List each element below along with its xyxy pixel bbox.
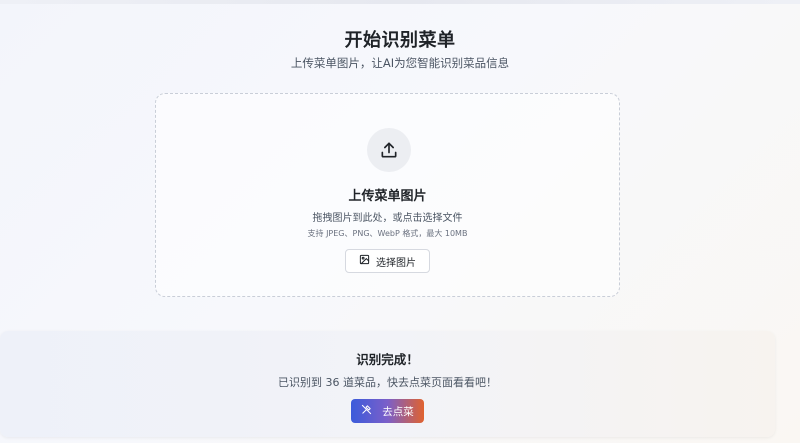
choose-image-button[interactable]: 选择图片 xyxy=(345,249,430,273)
go-order-button[interactable]: 去点菜 xyxy=(351,399,424,423)
page-subtitle: 上传菜单图片，让AI为您智能识别菜品信息 xyxy=(290,56,510,70)
upload-heading: 上传菜单图片 xyxy=(348,189,427,204)
top-divider xyxy=(0,0,800,4)
upload-icon xyxy=(367,128,411,172)
choose-image-label: 选择图片 xyxy=(376,257,416,269)
upload-format-hint: 支持 JPEG、PNG、WebP 格式，最大 10MB xyxy=(307,229,468,238)
utensils-icon xyxy=(361,404,372,418)
upload-dropzone[interactable]: 上传菜单图片 拖拽图片到此处，或点击选择文件 支持 JPEG、PNG、WebP … xyxy=(155,93,620,297)
page-title: 开始识别菜单 xyxy=(344,30,456,51)
upload-description: 拖拽图片到此处，或点击选择文件 xyxy=(312,213,463,224)
image-icon xyxy=(359,254,370,268)
result-title: 识别完成！ xyxy=(356,352,419,367)
result-description: 已识别到 36 道菜品，快去点菜页面看看吧！ xyxy=(278,376,497,389)
go-order-label: 去点菜 xyxy=(382,405,414,418)
recognition-result-card: 识别完成！ 已识别到 36 道菜品，快去点菜页面看看吧！ 去点菜 xyxy=(0,331,775,437)
